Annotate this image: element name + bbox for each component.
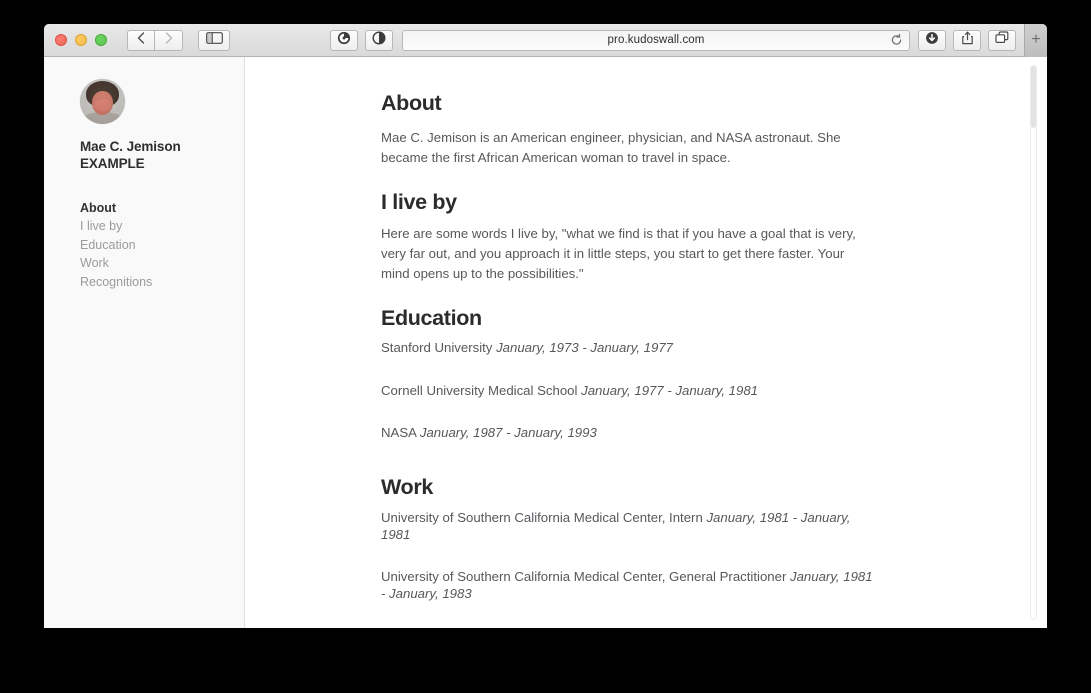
show-all-tabs-button[interactable] — [988, 29, 1016, 51]
minimize-window-button[interactable] — [75, 34, 87, 46]
profile-sidebar: Mae C. Jemison EXAMPLE About I live by E… — [44, 57, 245, 628]
extension-buttons — [330, 29, 393, 51]
safari-browser-window: pro.kudoswall.com + Mae C. Jemison EXAMP… — [44, 24, 1047, 628]
education-entry: NASA January, 1987 - January, 1993 — [381, 424, 875, 441]
toolbar-right-buttons — [918, 29, 1016, 51]
education-entry-dates: January, 1973 - January, 1977 — [496, 340, 673, 356]
share-icon — [961, 31, 974, 50]
about-body-text: Mae C. Jemison is an American engineer, … — [381, 129, 841, 165]
education-entry-dates: January, 1977 - January, 1981 — [581, 382, 759, 398]
screenshot-root: pro.kudoswall.com + Mae C. Jemison EXAMP… — [0, 0, 1091, 693]
sidebar-item-about[interactable]: About — [80, 199, 244, 218]
sidebar-item-work[interactable]: Work — [80, 254, 244, 273]
work-entry-title: University of Southern California Medica… — [381, 509, 707, 525]
education-entry: Cornell University Medical School Januar… — [381, 382, 875, 399]
section-heading-education: Education — [381, 305, 482, 330]
avatar — [80, 79, 125, 124]
section-heading-work: Work — [381, 474, 433, 499]
window-controls — [55, 34, 107, 46]
forward-button[interactable] — [155, 29, 183, 51]
download-icon — [925, 31, 939, 50]
url-text: pro.kudoswall.com — [607, 34, 705, 46]
work-entry: University of Southern California Medica… — [381, 568, 875, 602]
ghostery-icon — [337, 31, 351, 50]
ghostery-extension-button[interactable] — [330, 29, 358, 51]
contrast-toggle-icon — [372, 30, 386, 50]
scrollbar-thumb[interactable] — [1031, 66, 1036, 128]
close-window-button[interactable] — [55, 34, 67, 46]
education-entry-title: Stanford University — [381, 340, 497, 356]
plus-icon: + — [1031, 31, 1041, 48]
maximize-window-button[interactable] — [95, 34, 107, 46]
education-entry-dates: January, 1987 - January, 1993 — [419, 424, 597, 440]
chevron-left-icon — [137, 31, 145, 49]
navigation-buttons — [127, 29, 183, 51]
browser-toolbar: pro.kudoswall.com + — [44, 24, 1047, 57]
sidebar-toggle-icon — [205, 31, 223, 49]
chevron-right-icon — [165, 31, 173, 49]
avatar-shading — [80, 79, 125, 124]
back-button[interactable] — [127, 29, 155, 51]
share-button[interactable] — [953, 29, 981, 51]
new-tab-button[interactable]: + — [1024, 24, 1047, 57]
education-entry-title: NASA — [381, 424, 420, 440]
work-entry: Peace Corps, Sierra Leone and Liberia Ja… — [381, 627, 875, 628]
contrast-extension-button[interactable] — [365, 29, 393, 51]
work-entry-title: University of Southern California Medica… — [381, 568, 790, 584]
work-entry: University of Southern California Medica… — [381, 509, 875, 543]
profile-subtitle: EXAMPLE — [80, 156, 145, 172]
page-content: Mae C. Jemison EXAMPLE About I live by E… — [44, 57, 1047, 628]
main-content-scroll-area: About Mae C. Jemison is an American engi… — [245, 57, 1047, 628]
section-heading-i-live-by: I live by — [381, 189, 457, 214]
show-all-tabs-icon — [995, 31, 1009, 49]
sidebar-toggle-button[interactable] — [198, 29, 230, 51]
downloads-button[interactable] — [918, 29, 946, 51]
vertical-scrollbar[interactable] — [1030, 65, 1037, 620]
sidebar-item-recognitions[interactable]: Recognitions — [80, 273, 244, 292]
reload-icon[interactable] — [890, 33, 903, 47]
sidebar-nav: About I live by Education Work Recogniti… — [80, 199, 244, 292]
sidebar-item-i-live-by[interactable]: I live by — [80, 217, 244, 236]
education-entry-title: Cornell University Medical School — [381, 382, 582, 398]
education-entry: Stanford University January, 1973 - Janu… — [381, 339, 875, 356]
main-content: About Mae C. Jemison is an American engi… — [245, 57, 1047, 628]
profile-name: Mae C. Jemison — [80, 139, 181, 154]
section-heading-about: About — [381, 91, 442, 115]
i-live-by-body-text: Here are some words I live by, "what we … — [381, 225, 856, 281]
address-bar[interactable]: pro.kudoswall.com — [402, 29, 910, 51]
sidebar-item-education[interactable]: Education — [80, 236, 244, 255]
